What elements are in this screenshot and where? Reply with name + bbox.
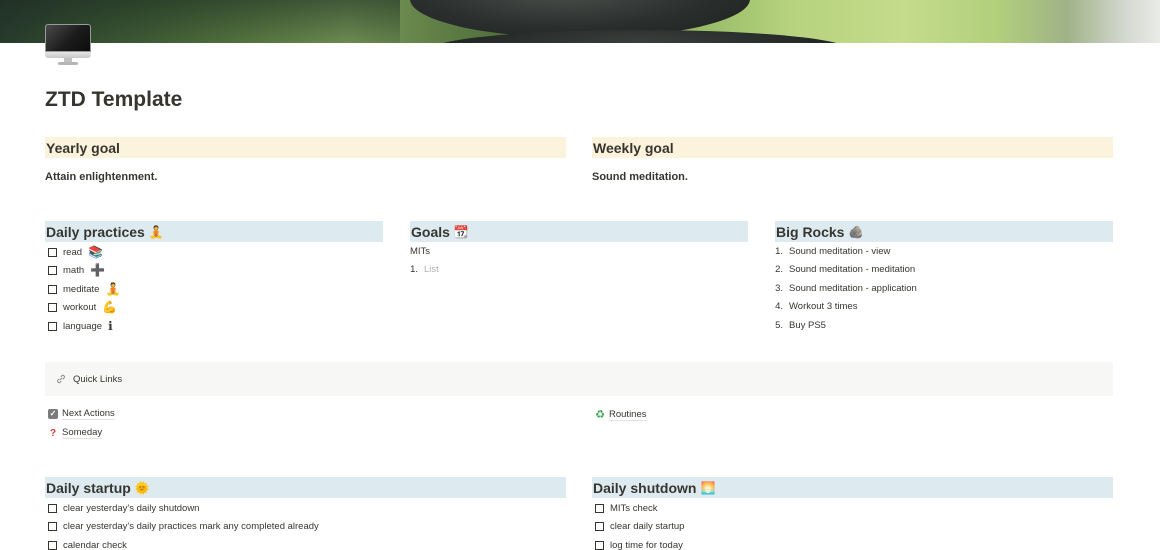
link-label: Someday xyxy=(62,427,103,439)
daily-practices-heading[interactable]: Daily practices 🧘 xyxy=(45,221,383,242)
person-meditating-icon: 🧘 xyxy=(148,224,164,239)
todo-item: language ℹ xyxy=(48,319,113,333)
todo-checkbox[interactable] xyxy=(48,302,57,312)
books-icon: 📚 xyxy=(88,245,103,259)
list-placeholder[interactable]: List xyxy=(424,264,439,275)
todo-checkbox[interactable] xyxy=(48,284,57,294)
daily-startup-heading[interactable]: Daily startup 🌞 xyxy=(45,477,566,498)
list-label[interactable]: Sound meditation - view xyxy=(789,246,890,257)
sun-icon: 🌞 xyxy=(134,480,150,495)
todo-checkbox[interactable] xyxy=(595,521,604,531)
todo-label[interactable]: meditate xyxy=(63,284,99,295)
todo-item: clear daily startup xyxy=(595,519,684,533)
todo-label[interactable]: calendar check xyxy=(63,540,127,550)
next-actions-link[interactable]: ✓ Next Actions xyxy=(48,408,115,420)
todo-label[interactable]: read xyxy=(63,247,82,258)
plus-icon: ➕ xyxy=(90,263,106,277)
information-icon: ℹ xyxy=(108,319,113,333)
yearly-goal-text[interactable]: Attain enlightenment. xyxy=(45,171,157,183)
list-label[interactable]: Sound meditation - application xyxy=(789,283,917,294)
todo-item: calendar check xyxy=(48,538,127,550)
recycle-icon: ♻ xyxy=(595,409,605,421)
todo-checkbox[interactable] xyxy=(595,540,604,550)
todo-item: clear yesterday's daily shutdown xyxy=(48,501,199,515)
list-label[interactable]: Sound meditation - meditation xyxy=(789,264,915,275)
list-item: 2. Sound meditation - meditation xyxy=(775,264,915,275)
list-number: 5. xyxy=(775,320,783,331)
todo-label[interactable]: log time for today xyxy=(610,540,683,550)
todo-item: log time for today xyxy=(595,538,683,550)
link-icon xyxy=(57,374,65,384)
todo-checkbox[interactable] xyxy=(48,321,57,331)
daily-practices-title: Daily practices xyxy=(46,223,145,240)
todo-label[interactable]: MITs check xyxy=(610,503,658,514)
yearly-goal-heading[interactable]: Yearly goal xyxy=(45,137,566,158)
big-rocks-heading[interactable]: Big Rocks 🪨 xyxy=(775,221,1113,242)
daily-shutdown-title: Daily shutdown xyxy=(593,479,697,496)
cover-image[interactable] xyxy=(0,0,1160,43)
todo-checkbox[interactable] xyxy=(48,521,57,531)
monitor-screen xyxy=(45,24,91,52)
todo-checkbox[interactable] xyxy=(48,247,57,257)
someday-link[interactable]: ? Someday xyxy=(48,427,103,439)
page-title[interactable]: ZTD Template xyxy=(45,88,182,112)
todo-label[interactable]: workout xyxy=(63,302,96,313)
quick-links-callout[interactable]: Quick Links xyxy=(45,362,1113,396)
todo-item: clear yesterday's daily practices mark a… xyxy=(48,519,319,533)
list-item: 1. Sound meditation - view xyxy=(775,246,890,257)
daily-startup-title: Daily startup xyxy=(46,479,131,496)
person-meditating-icon: 🧘 xyxy=(105,282,121,296)
goals-title: Goals xyxy=(411,223,450,240)
monitor-foot xyxy=(58,62,78,65)
list-item: 4. Workout 3 times xyxy=(775,301,857,312)
todo-label[interactable]: clear yesterday's daily practices mark a… xyxy=(63,521,319,532)
daily-shutdown-heading[interactable]: Daily shutdown 🌅 xyxy=(592,477,1113,498)
link-label: Next Actions xyxy=(62,408,115,420)
todo-checkbox[interactable] xyxy=(48,503,57,513)
list-label[interactable]: Buy PS5 xyxy=(789,320,826,331)
rock-icon: 🪨 xyxy=(848,224,864,239)
list-number: 3. xyxy=(775,283,783,294)
question-mark-icon: ? xyxy=(49,427,57,439)
list-label[interactable]: Workout 3 times xyxy=(789,301,857,312)
todo-label[interactable]: clear daily startup xyxy=(610,521,684,532)
link-label: Routines xyxy=(609,408,647,421)
todo-label[interactable]: math xyxy=(63,265,84,276)
todo-label[interactable]: language xyxy=(63,321,102,332)
flexed-biceps-icon: 💪 xyxy=(102,300,118,314)
todo-checkbox[interactable] xyxy=(48,540,57,550)
todo-item: meditate 🧘 xyxy=(48,282,120,296)
mits-label[interactable]: MITs xyxy=(410,246,430,257)
list-item: 3. Sound meditation - application xyxy=(775,283,917,294)
goals-heading[interactable]: Goals 📆 xyxy=(410,221,748,242)
todo-checkbox[interactable] xyxy=(595,503,604,513)
todo-item: workout 💪 xyxy=(48,300,117,314)
big-rocks-title: Big Rocks xyxy=(776,223,845,240)
todo-label[interactable]: clear yesterday's daily shutdown xyxy=(63,503,199,514)
routines-link[interactable]: ♻ Routines xyxy=(595,408,647,421)
sunset-icon: 🌅 xyxy=(700,480,716,495)
todo-item: math ➕ xyxy=(48,263,105,277)
weekly-goal-heading[interactable]: Weekly goal xyxy=(592,137,1113,158)
desktop-computer-icon[interactable] xyxy=(45,22,91,66)
todo-item: MITs check xyxy=(595,501,658,515)
calendar-icon: 📆 xyxy=(453,224,469,239)
quick-links-title: Quick Links xyxy=(73,373,123,385)
list-item: 5. Buy PS5 xyxy=(775,320,826,331)
list-number: 2. xyxy=(775,264,783,275)
list-item: 1. List xyxy=(410,264,439,275)
weekly-goal-text[interactable]: Sound meditation. xyxy=(592,171,688,183)
checkbox-checked-icon: ✓ xyxy=(48,409,58,419)
list-number: 4. xyxy=(775,301,783,312)
todo-checkbox[interactable] xyxy=(48,265,57,275)
todo-item: read 📚 xyxy=(48,245,103,259)
list-number: 1. xyxy=(410,264,418,275)
list-number: 1. xyxy=(775,246,783,257)
